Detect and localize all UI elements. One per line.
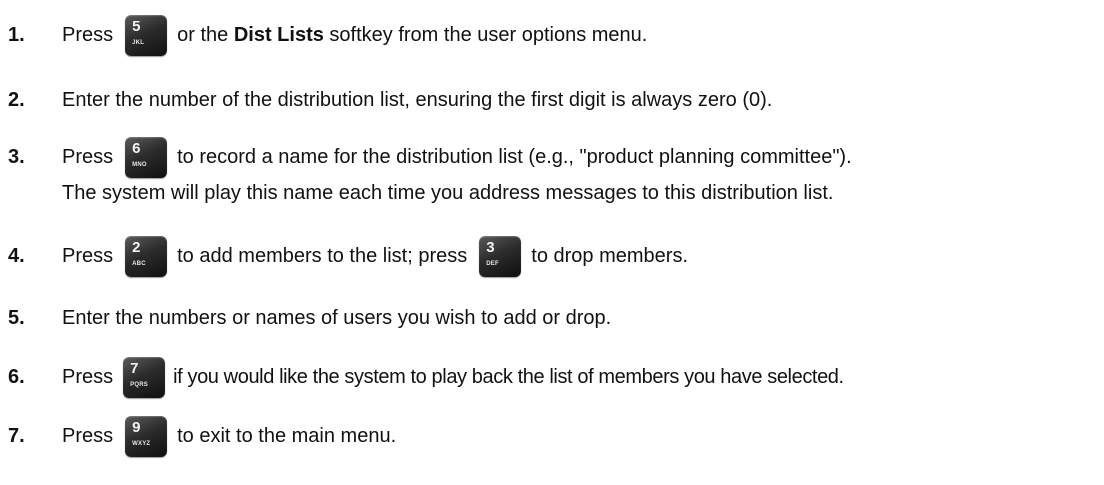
- step-text: Enter the numbers or names of users you …: [62, 306, 612, 329]
- step-number: 4.: [8, 244, 25, 267]
- step-text: to exit to the main menu.: [177, 424, 397, 447]
- key-digit: 6: [132, 139, 141, 157]
- step-text: or the: [177, 23, 234, 46]
- step-number: 7.: [8, 424, 25, 447]
- step-number: 2.: [8, 88, 25, 111]
- step-continuation: The system will play this name each time…: [62, 182, 834, 204]
- instruction-list: 1. Press 5 JKL or the Dist Lists softkey…: [0, 0, 1104, 485]
- step-number: 6.: [8, 365, 25, 388]
- key-digit: 2: [132, 238, 141, 256]
- step-number: 1.: [8, 23, 25, 46]
- key-letters: PQRS: [130, 381, 148, 388]
- step-6: 6. Press 7 PQRS if you would like the sy…: [0, 355, 1104, 399]
- step-text-press: Press: [62, 244, 114, 267]
- step-1: 1. Press 5 JKL or the Dist Lists softkey…: [0, 13, 1104, 57]
- key-2-icon: 2 ABC: [125, 235, 168, 277]
- step-text-press: Press: [62, 365, 114, 388]
- key-digit: 5: [132, 17, 141, 35]
- key-letters: DEF: [486, 260, 499, 267]
- step-number: 5.: [8, 306, 25, 329]
- key-9-icon: 9 WXYZ: [125, 415, 168, 457]
- key-6-icon: 6 MNO: [125, 136, 168, 178]
- step-text: to drop members.: [531, 244, 688, 267]
- step-text-press: Press: [62, 424, 114, 447]
- key-5-icon: 5 JKL: [125, 14, 168, 56]
- step-text: Enter the number of the distribution lis…: [62, 88, 773, 111]
- key-7-icon: 7 PQRS: [123, 356, 166, 398]
- key-digit: 9: [132, 418, 141, 436]
- step-text-press: Press: [62, 145, 114, 168]
- key-letters: ABC: [132, 260, 146, 267]
- key-digit: 3: [486, 238, 495, 256]
- step-text: to record a name for the distribution li…: [177, 145, 852, 168]
- step-text: if you would like the system to play bac…: [173, 365, 844, 388]
- step-3: 3. Press 6 MNO to record a name for the …: [0, 135, 1104, 207]
- step-2: 2. Enter the number of the distribution …: [0, 78, 1104, 122]
- step-5: 5. Enter the numbers or names of users y…: [0, 296, 1104, 340]
- key-letters: JKL: [132, 39, 145, 46]
- key-letters: MNO: [132, 161, 147, 168]
- softkey-name: Dist Lists: [233, 23, 324, 46]
- step-text: to add members to the list; press: [177, 244, 468, 267]
- step-4: 4. Press 2 ABC to add members to the lis…: [0, 234, 1104, 278]
- key-3-icon: 3 DEF: [479, 235, 522, 277]
- step-7: 7. Press 9 WXYZ to exit to the main menu…: [0, 414, 1104, 458]
- step-number: 3.: [8, 145, 25, 168]
- key-letters: WXYZ: [132, 440, 151, 447]
- step-text: softkey from the user options menu.: [323, 23, 648, 46]
- step-text-press: Press: [62, 23, 114, 46]
- key-digit: 7: [130, 359, 139, 377]
